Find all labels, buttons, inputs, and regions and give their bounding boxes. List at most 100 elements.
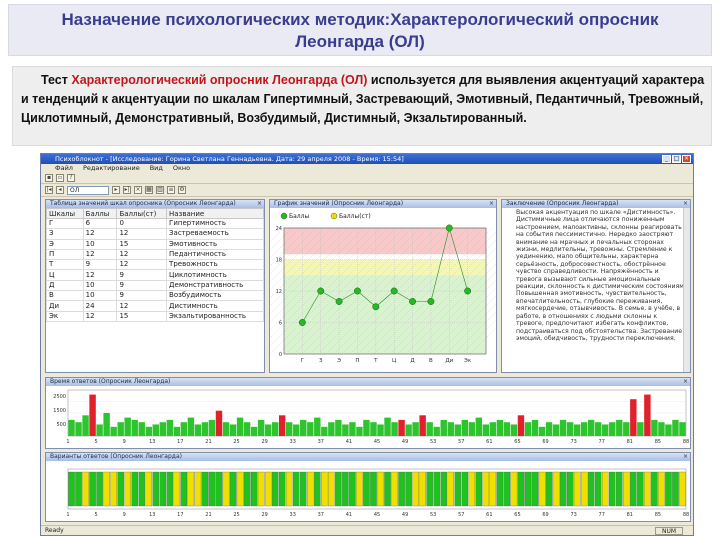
answer-yes <box>405 471 412 507</box>
column-header[interactable]: Баллы <box>82 208 118 219</box>
close-icon[interactable]: × <box>257 200 262 208</box>
last-icon[interactable]: ▸| <box>123 186 131 194</box>
answer-no <box>623 471 630 507</box>
answer-no <box>321 471 328 507</box>
bar <box>229 424 237 436</box>
close-icon[interactable]: × <box>683 378 688 386</box>
table-icon[interactable]: ▦ <box>145 186 153 194</box>
x-tick-label: 13 <box>149 512 155 518</box>
table-cell: 12 <box>82 248 118 261</box>
answer-yes <box>594 471 602 507</box>
bar <box>271 422 279 436</box>
close-icon[interactable]: × <box>683 200 688 208</box>
table-cell: Д <box>46 279 84 292</box>
table-row[interactable]: Т 9 12 Тревожность <box>46 259 264 271</box>
first-icon[interactable]: |◂ <box>45 186 53 194</box>
text-icon[interactable]: ≡ <box>167 186 175 194</box>
table-row[interactable]: Эк 12 15 Экзальтированность <box>46 310 264 322</box>
answer-no <box>236 471 244 507</box>
minimize-icon[interactable]: _ <box>662 155 671 163</box>
answer-yes <box>672 471 679 507</box>
answer-yes <box>503 471 511 507</box>
x-tick-label: 53 <box>430 439 436 445</box>
answer-no <box>124 471 131 507</box>
table-row[interactable]: В 10 9 Возбудимость <box>46 290 264 302</box>
answer-yes <box>75 471 82 507</box>
table-cell: 10 <box>82 238 118 250</box>
answer-no <box>482 471 490 507</box>
save-icon[interactable]: ▪ <box>45 174 53 182</box>
menu-item-view[interactable]: Вид <box>150 164 163 173</box>
prev-icon[interactable]: ◂ <box>56 186 64 194</box>
help-icon[interactable]: ? <box>67 174 75 182</box>
table-row[interactable]: Э 10 15 Эмотивность <box>46 238 264 250</box>
column-header[interactable]: Название <box>166 208 264 219</box>
answer-yes <box>96 471 103 507</box>
table-cell: Демонстративность <box>166 279 264 292</box>
y-tick-label: 2500 <box>53 394 66 400</box>
desc-highlight: Характерологический опросник Леонгарда (… <box>71 73 368 87</box>
x-tick-label: Г <box>301 358 305 364</box>
table-cell: 12 <box>116 228 168 240</box>
close-icon[interactable]: × <box>489 200 494 208</box>
menu-item-edit[interactable]: Редактирование <box>83 164 140 173</box>
column-header[interactable]: Шкалы <box>46 208 84 219</box>
bar <box>391 422 398 436</box>
y-tick-label: 0 <box>279 352 282 358</box>
maximize-icon[interactable]: □ <box>672 155 681 163</box>
print-icon[interactable]: ▫ <box>56 174 64 182</box>
bar <box>124 417 131 436</box>
answer-yes <box>243 471 251 507</box>
menu-item-window[interactable]: Окно <box>173 164 190 173</box>
answer-no <box>658 471 665 507</box>
num-lock-indicator: NUM <box>655 527 683 535</box>
bar <box>131 419 138 436</box>
bar <box>110 426 117 436</box>
bar <box>96 424 103 436</box>
bar <box>552 424 560 436</box>
status-text: Ready <box>45 527 64 534</box>
stop-icon[interactable]: × <box>134 186 142 194</box>
x-tick-label: 17 <box>177 439 183 445</box>
column-header[interactable]: Баллы(ст) <box>116 208 168 219</box>
answer-no <box>328 471 335 507</box>
bar <box>257 419 265 436</box>
app-window: Психоблокнот - [Исследование: Горина Све… <box>40 153 694 536</box>
bar <box>384 417 391 436</box>
x-tick-label: 69 <box>542 439 548 445</box>
graph-panel: График значений (Опросник Леонгарда) × Ба… <box>157 199 597 373</box>
bar <box>103 413 110 436</box>
table-row[interactable]: Д 10 9 Демонстративность <box>46 279 264 292</box>
scrollbar[interactable] <box>683 208 690 372</box>
bar <box>524 422 532 436</box>
toolbar-main: ▪ ▫ ? <box>41 173 693 184</box>
next-icon[interactable]: ▸ <box>112 186 120 194</box>
method-select[interactable]: ОЛ <box>67 185 109 195</box>
x-tick-label: З <box>319 358 323 364</box>
x-tick-label: В <box>429 358 433 364</box>
answer-yes <box>208 471 216 507</box>
bar <box>573 424 581 436</box>
close-icon[interactable]: × <box>683 453 688 461</box>
bar <box>538 426 546 436</box>
menu-item-file[interactable]: Файл <box>55 164 73 173</box>
table-row[interactable]: Ди 24 12 Дистимность <box>46 300 264 312</box>
bar <box>166 419 174 436</box>
chart-icon[interactable]: ▥ <box>156 186 164 194</box>
answer-no <box>145 471 153 507</box>
data-point <box>335 298 343 305</box>
table-row[interactable]: П 12 12 Педантичность <box>46 248 264 261</box>
answer-no <box>173 471 181 507</box>
bar <box>222 422 230 436</box>
table-row[interactable]: Ц 12 9 Циклотимность <box>46 269 264 281</box>
answers-panel: Варианты ответов (Опросник Леонгарда) × 1… <box>45 452 691 522</box>
settings-icon[interactable]: ⚙ <box>178 186 186 194</box>
table-row[interactable]: З 12 12 Застреваемость <box>46 228 264 240</box>
answer-yes <box>215 471 223 507</box>
close-icon[interactable]: × <box>682 155 691 163</box>
answer-yes <box>398 471 405 507</box>
table-row[interactable]: Г 6 0 Гипертимность <box>46 217 264 230</box>
bar-slow <box>517 415 525 436</box>
bar-slow <box>398 419 405 436</box>
x-tick-label: Э <box>337 358 341 364</box>
